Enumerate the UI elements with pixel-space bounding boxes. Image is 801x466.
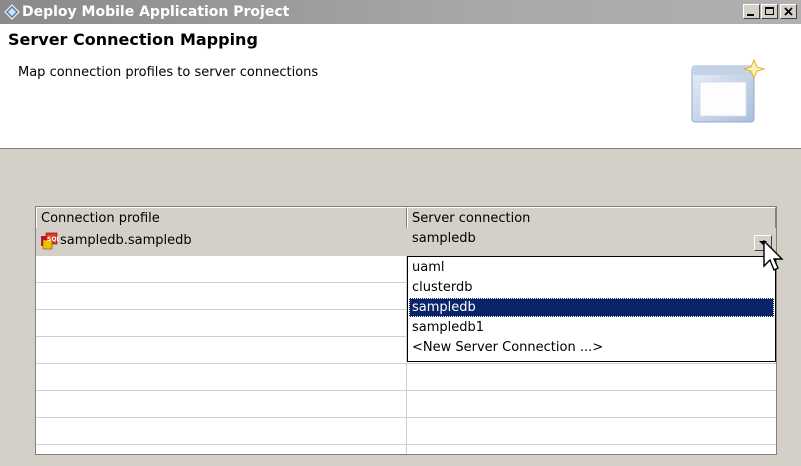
database-profile-icon: SQL xyxy=(41,232,58,250)
dropdown-option[interactable]: sampledb1 xyxy=(409,318,774,337)
column-header-server-connection[interactable]: Server connection xyxy=(407,207,776,228)
server-connection-combo-value[interactable]: sampledb xyxy=(412,231,476,246)
app-icon xyxy=(4,4,20,20)
maximize-icon xyxy=(765,7,774,15)
column-header-connection-profile[interactable]: Connection profile xyxy=(36,207,407,228)
connection-profile-label: sampledb.sampledb xyxy=(60,233,192,248)
table-row xyxy=(36,445,776,454)
dropdown-option[interactable]: uaml xyxy=(409,258,774,277)
table-row xyxy=(36,364,776,391)
table-row xyxy=(36,391,776,418)
server-connection-dropdown-list: uaml clusterdb sampledb sampledb1 <New S… xyxy=(407,256,776,362)
dropdown-option[interactable]: clusterdb xyxy=(409,278,774,297)
svg-text:SQL: SQL xyxy=(47,236,58,243)
page-description: Map connection profiles to server connec… xyxy=(18,65,319,80)
minimize-button[interactable] xyxy=(743,4,760,19)
minimize-icon xyxy=(747,14,754,16)
window-title: Deploy Mobile Application Project xyxy=(22,4,290,20)
table-header: Connection profile Server connection xyxy=(36,207,776,230)
wizard-banner-icon xyxy=(691,58,766,123)
title-bar: Deploy Mobile Application Project xyxy=(0,0,801,24)
connection-profile-cell: SQL sampledb.sampledb xyxy=(36,229,407,255)
dropdown-option-selected[interactable]: sampledb xyxy=(409,298,774,317)
close-button[interactable] xyxy=(780,4,797,19)
page-title: Server Connection Mapping xyxy=(8,30,258,49)
maximize-button[interactable] xyxy=(761,4,778,19)
close-icon xyxy=(784,7,793,16)
wizard-banner: Server Connection Mapping Map connection… xyxy=(0,24,801,149)
mouse-cursor-icon xyxy=(763,240,784,271)
table-row[interactable]: SQL sampledb.sampledb sampledb xyxy=(36,229,776,256)
deploy-dialog: Deploy Mobile Application Project Server… xyxy=(0,0,801,466)
dropdown-option-new-connection[interactable]: <New Server Connection ...> xyxy=(409,338,774,357)
table-row xyxy=(36,418,776,445)
